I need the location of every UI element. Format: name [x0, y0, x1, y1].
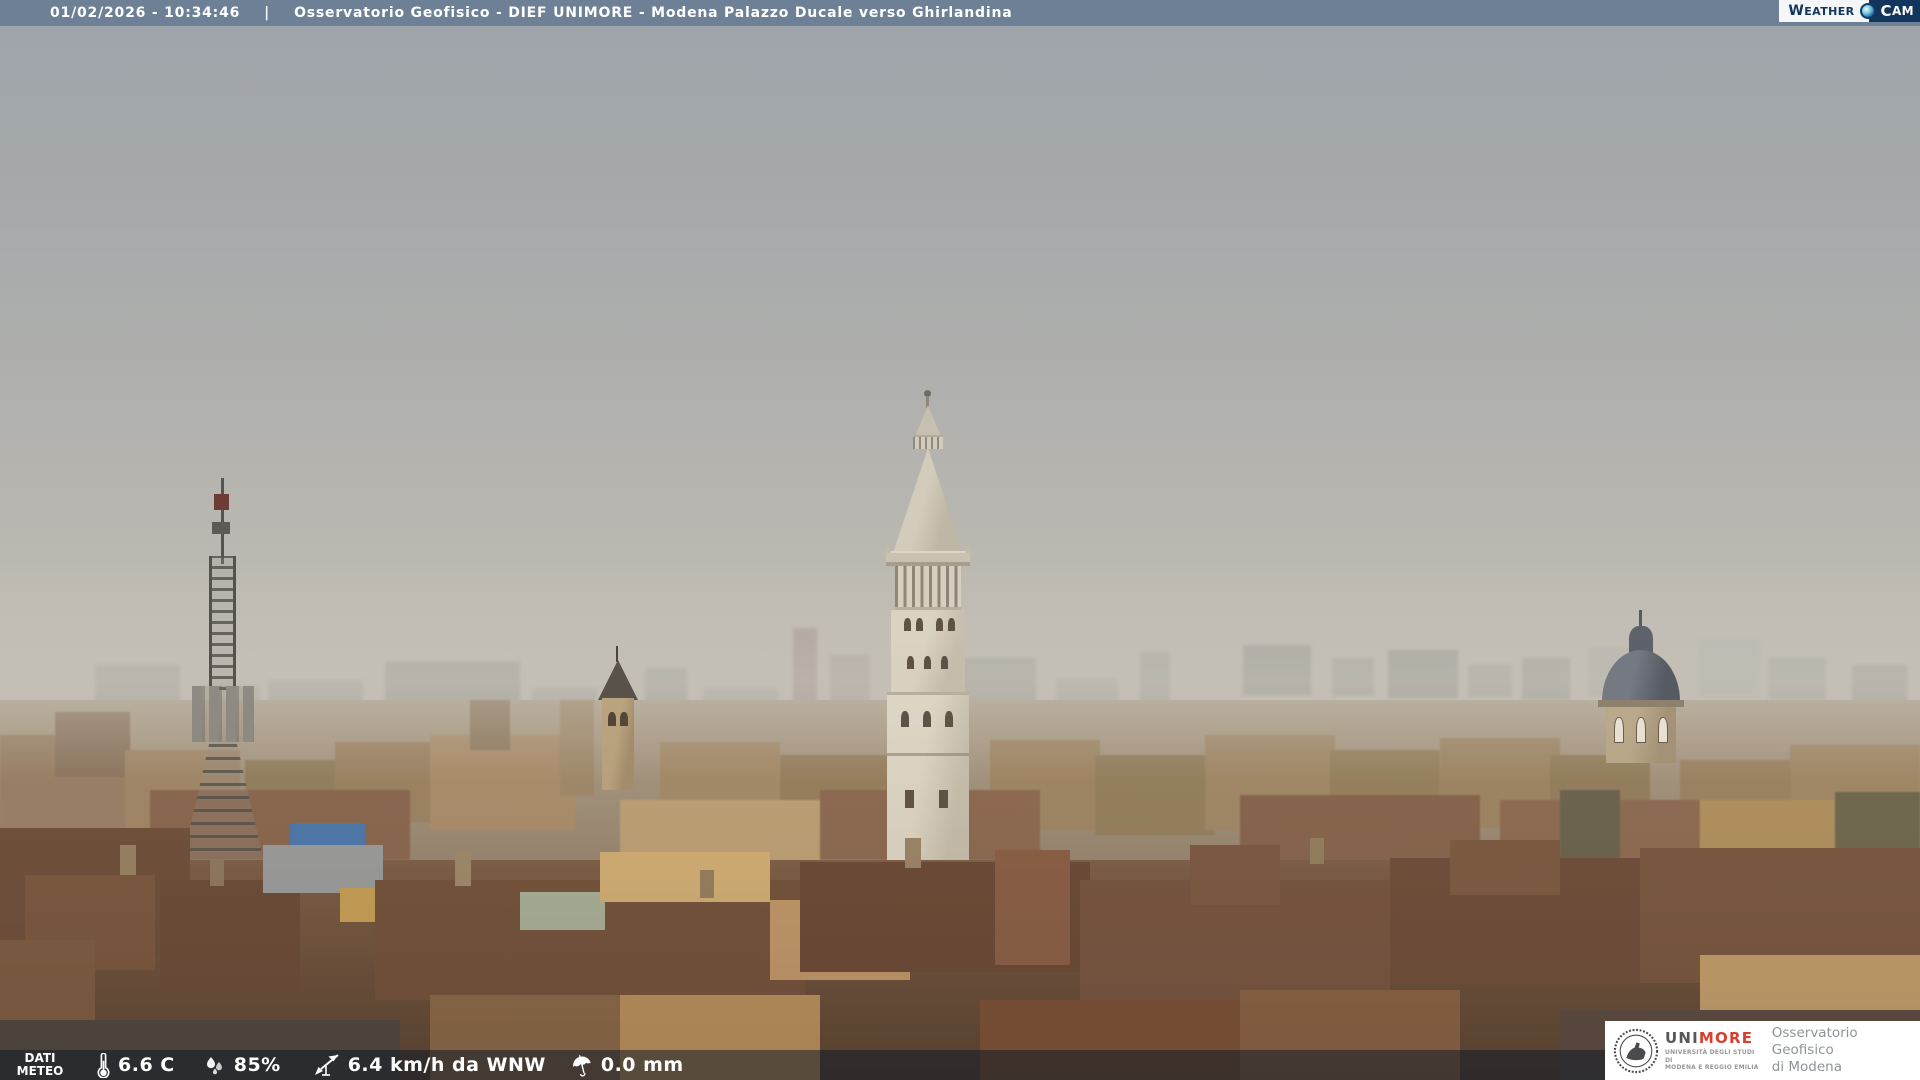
temperature-value: 6.6 C — [118, 1054, 175, 1076]
wind-vane-icon — [311, 1052, 341, 1078]
unimore-wordmark: UNIMORE UNIVERSITÀ DEGLI STUDI DI MODENA… — [1665, 1030, 1762, 1072]
weather-label-line2: METEO — [14, 1065, 66, 1078]
weathercam-word-weather: WEATHER — [1779, 0, 1868, 22]
university-seal-icon — [1613, 1028, 1659, 1074]
building-block — [160, 880, 300, 990]
unimore-uni: UNI — [1665, 1029, 1699, 1047]
building-block — [263, 845, 383, 893]
header-bar: 01/02/2026 - 10:34:46 | Osservatorio Geo… — [0, 0, 1920, 26]
building-block — [455, 852, 471, 886]
weather-data-label: DATI METEO — [14, 1052, 66, 1077]
foreground-buildings — [0, 0, 1920, 1080]
foreground-rooftops — [0, 0, 1920, 1080]
weathercam-eather: EATHER — [1804, 5, 1854, 18]
weathercam-w: W — [1788, 3, 1804, 19]
weathercam-am: AM — [1892, 4, 1914, 18]
building-block — [520, 892, 605, 930]
camera-title: Osservatorio Geofisico - DIEF UNIMORE - … — [294, 5, 1012, 21]
unimore-more: MORE — [1699, 1029, 1753, 1047]
timestamp: 01/02/2026 - 10:34:46 — [50, 5, 240, 21]
building-block — [1450, 840, 1560, 895]
building-block — [905, 838, 921, 868]
building-block — [700, 870, 714, 898]
building-block — [600, 852, 770, 902]
observatory-line2: di Modena — [1772, 1059, 1920, 1076]
building-block — [1190, 845, 1280, 905]
weathercam-word-cam: CAM — [1869, 0, 1920, 22]
thermometer-icon — [96, 1053, 111, 1078]
camera-lens-icon — [1860, 3, 1876, 19]
humidity-icon — [203, 1054, 227, 1076]
rain-value: 0.0 mm — [601, 1054, 684, 1076]
university-name-line1: UNIVERSITÀ DEGLI STUDI DI — [1665, 1049, 1762, 1064]
weathercam-c: C — [1881, 2, 1892, 20]
building-block — [120, 845, 136, 875]
building-block — [995, 850, 1070, 965]
wind-value: 6.4 km/h da WNW — [348, 1054, 546, 1076]
unimore-logo-box: UNIMORE UNIVERSITÀ DEGLI STUDI DI MODENA… — [1605, 1021, 1920, 1080]
separator: | — [264, 5, 270, 21]
weathercam-logo: WEATHER CAM — [1779, 0, 1920, 22]
observatory-line1: Osservatorio Geofisico — [1772, 1025, 1920, 1059]
humidity-value: 85% — [234, 1054, 281, 1076]
building-block — [1310, 838, 1324, 864]
webcam-frame: 01/02/2026 - 10:34:46 | Osservatorio Geo… — [0, 0, 1920, 1080]
observatory-name: Osservatorio Geofisico di Modena — [1772, 1025, 1920, 1076]
umbrella-icon — [570, 1054, 594, 1077]
building-block — [210, 860, 224, 886]
university-name-line2: MODENA E REGGIO EMILIA — [1665, 1064, 1762, 1072]
